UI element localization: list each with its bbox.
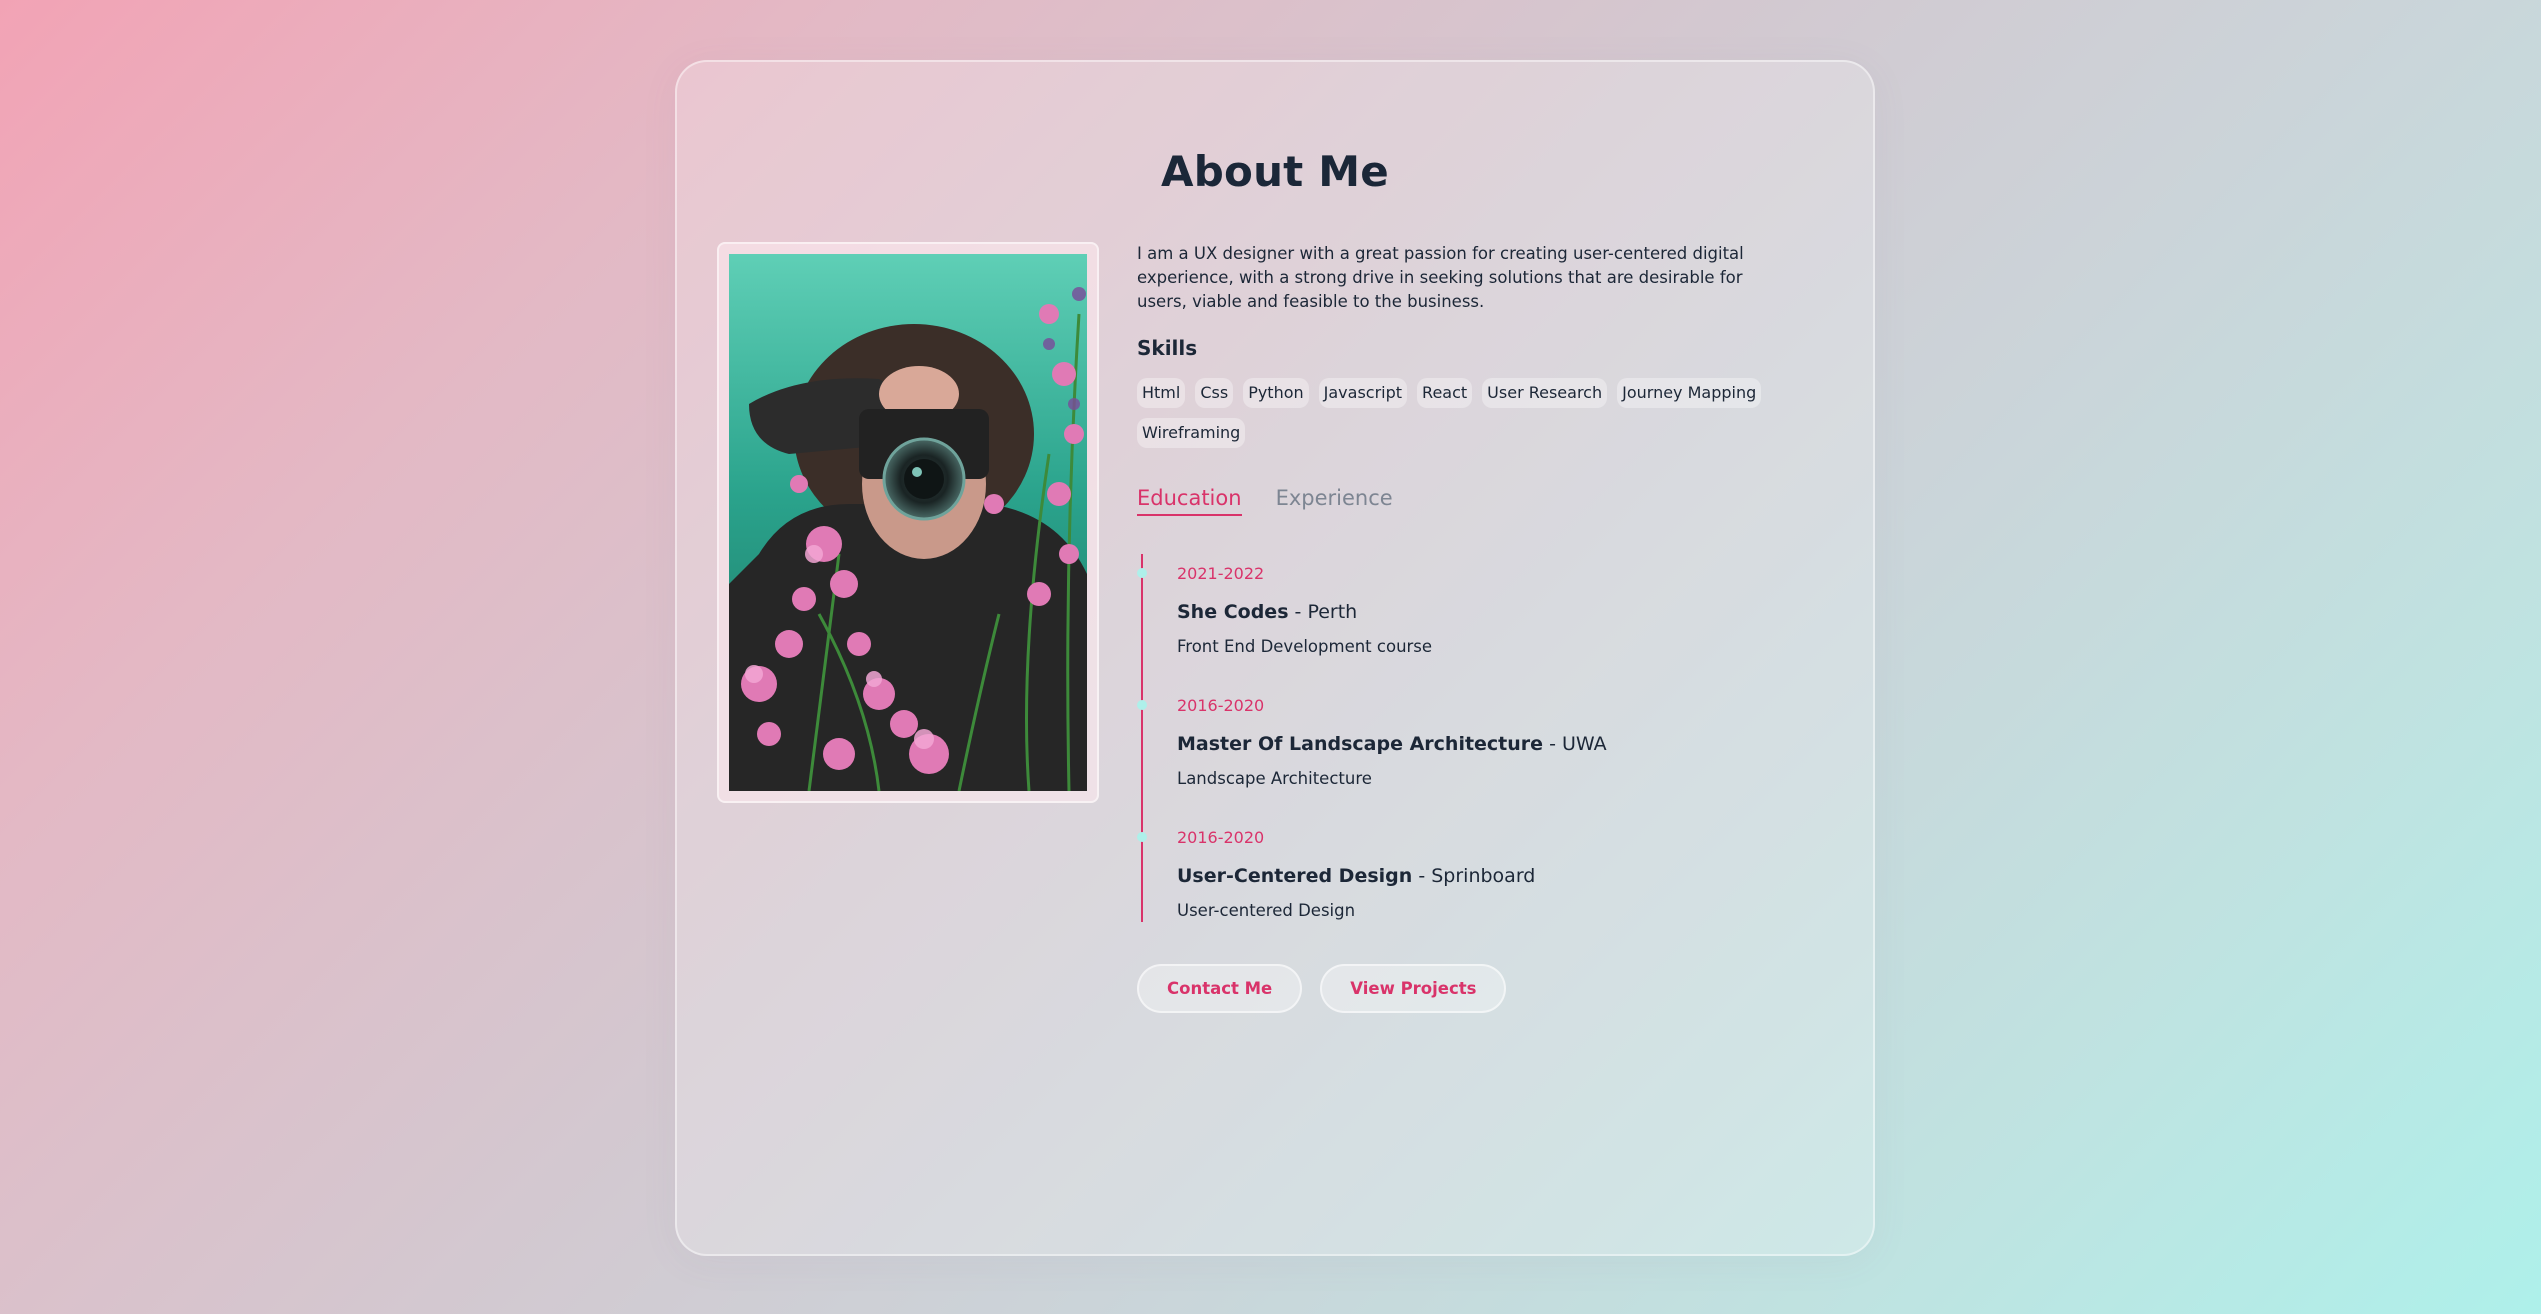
timeline-title-name: User-Centered Design [1177,865,1413,887]
contact-me-button[interactable]: Contact Me [1137,964,1303,1013]
tab-education[interactable]: Education [1137,486,1242,516]
skill-chip: Html [1137,378,1186,408]
skill-chip: User Research [1482,378,1608,408]
timeline-title: User-Centered Design - Sprinboard [1177,865,1536,887]
timeline-description: Front End Development course [1177,637,1433,656]
qualification-tabs: Education Experience [1137,486,1777,516]
timeline-date: 2021-2022 [1177,564,1265,583]
timeline-dot [1137,832,1147,842]
timeline-title: Master Of Landscape Architecture - UWA [1177,733,1607,755]
about-content: I am a UX designer with a great passion … [1137,242,1777,1013]
view-projects-button[interactable]: View Projects [1320,964,1507,1013]
action-buttons: Contact Me View Projects [1137,964,1777,1013]
timeline-item: 2016-2020 User-Centered Design - Sprinbo… [1137,828,1777,922]
tab-experience[interactable]: Experience [1276,486,1393,516]
skills-list: Html Css Python Javascript React User Re… [1137,378,1777,448]
skill-chip: Javascript [1318,378,1408,408]
timeline-title-place: Sprinboard [1431,865,1536,887]
timeline-line [1141,554,1143,922]
about-card: About Me I am a UX designer with a great… [675,60,1875,1256]
timeline-item: 2021-2022 She Codes - Perth Front End De… [1137,564,1777,658]
timeline-title: She Codes - Perth [1177,601,1358,623]
skill-chip: Python [1243,378,1309,408]
timeline-title-place: UWA [1561,733,1607,755]
timeline-title-place: Perth [1307,601,1358,623]
profile-photo [729,254,1087,791]
skill-chip: Wireframing [1137,418,1246,448]
bio-text: I am a UX designer with a great passion … [1137,244,1744,311]
timeline-date: 2016-2020 [1177,696,1265,715]
timeline-item: 2016-2020 Master Of Landscape Architectu… [1137,696,1777,790]
profile-photo-frame [717,242,1099,803]
timeline-dot [1137,568,1147,578]
timeline-description: User-centered Design [1177,901,1356,920]
page-title: About Me [1161,147,1389,196]
timeline-title-name: She Codes [1177,601,1289,623]
timeline-dot [1137,700,1147,710]
skills-heading: Skills [1137,336,1198,360]
skill-chip: Css [1195,378,1234,408]
timeline-description: Landscape Architecture [1177,769,1372,788]
timeline-title-name: Master Of Landscape Architecture [1177,733,1544,755]
education-timeline: 2021-2022 She Codes - Perth Front End De… [1137,554,1777,922]
skill-chip: Journey Mapping [1617,378,1762,408]
skill-chip: React [1417,378,1473,408]
timeline-date: 2016-2020 [1177,828,1265,847]
